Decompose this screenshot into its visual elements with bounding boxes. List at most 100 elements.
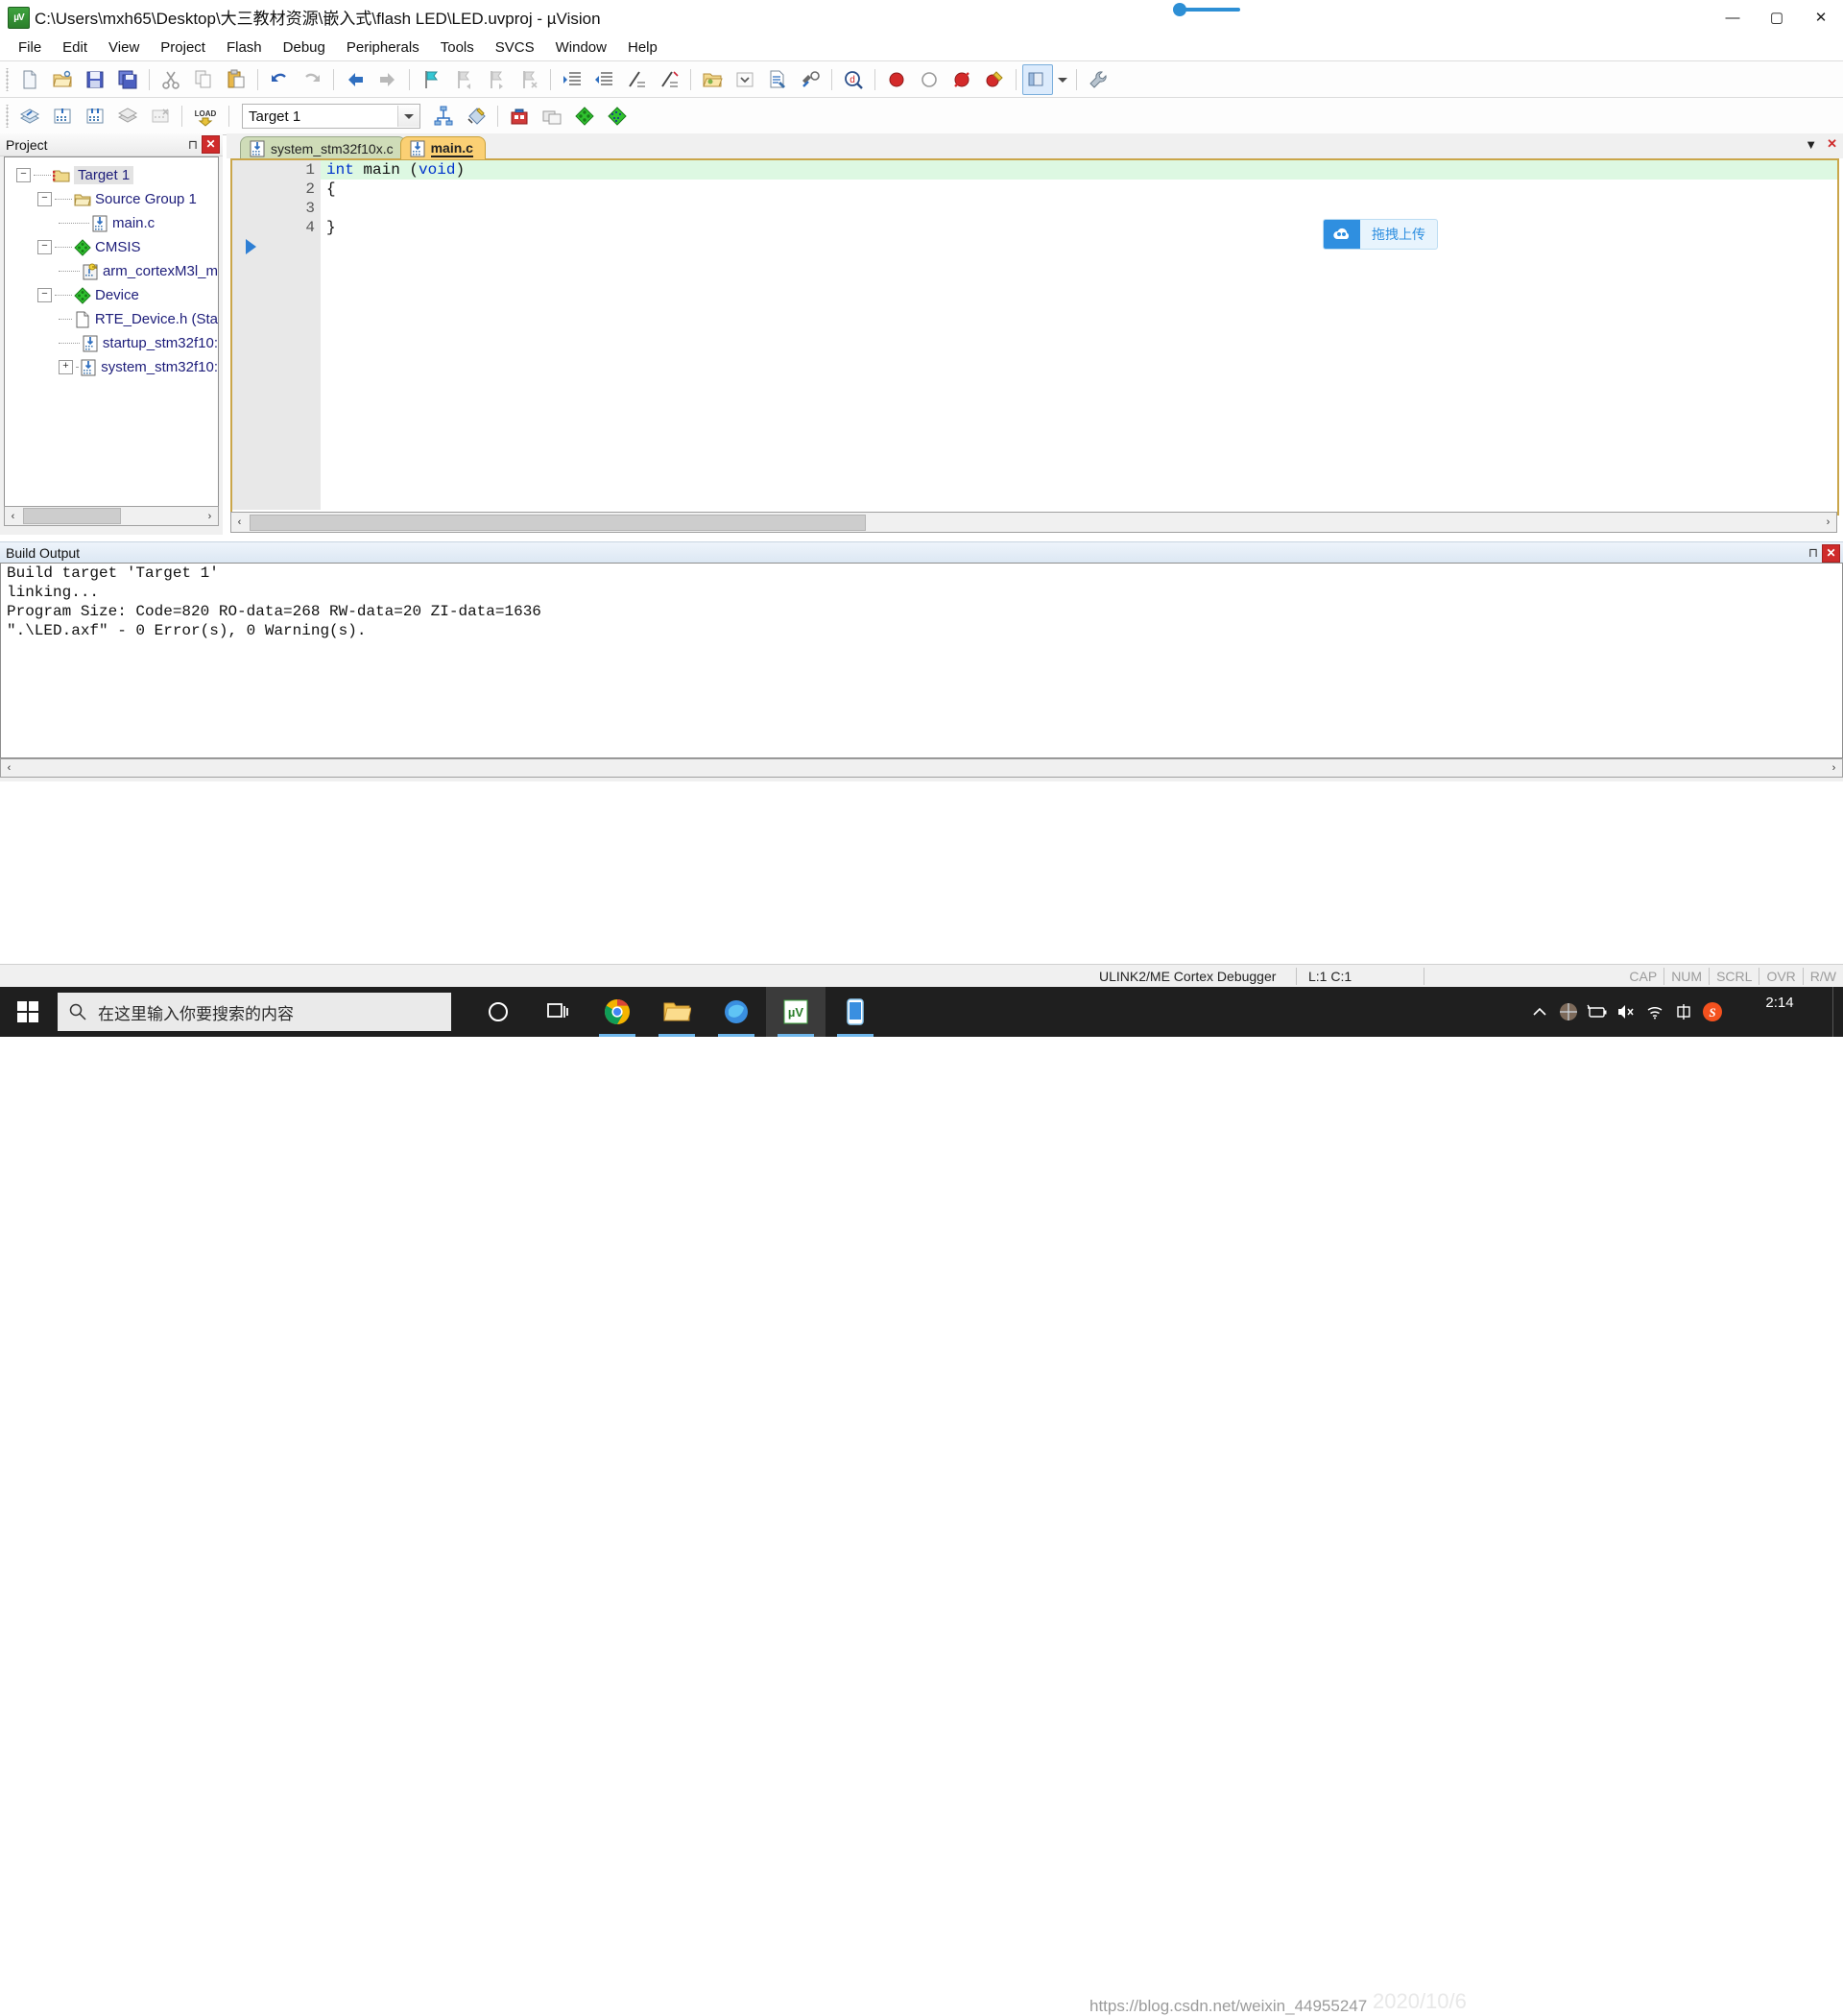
scroll-thumb[interactable] [250,514,866,531]
navigate-forward-button[interactable] [372,64,403,95]
code-lines[interactable]: int main (void){ } [321,160,1837,237]
task-view-icon[interactable] [528,987,587,1037]
previous-bookmark-button[interactable] [448,64,479,95]
open-folder-explorer-button[interactable] [697,64,728,95]
target-config-button[interactable] [504,101,535,132]
tree-node[interactable]: − Target 1 [9,163,218,187]
tree-expander-toggle[interactable]: − [37,240,52,254]
project-tree[interactable]: − Target 1 − Source Group 1 main.c − CMSIS arm_… [4,156,219,508]
firefox-icon[interactable] [706,987,766,1037]
project-window-toggle-button[interactable] [1022,64,1054,95]
batch-build-button[interactable] [112,101,143,132]
chrome-icon[interactable] [587,987,647,1037]
indent-left-button[interactable] [588,64,619,95]
editor-tab-0[interactable]: system_stm32f10x.c [240,136,406,159]
start-button[interactable] [0,987,56,1037]
tree-node[interactable]: startup_stm32f10: [9,331,218,355]
download-to-flash-button[interactable]: LOAD [188,101,223,132]
manage-run-time-env-button[interactable] [569,101,600,132]
tray-app-icon[interactable] [1554,987,1583,1037]
undo-button[interactable] [264,64,295,95]
translate-file-button[interactable] [14,101,45,132]
project-horizontal-scrollbar[interactable]: ‹ › [4,506,219,526]
maximize-button[interactable]: ▢ [1755,0,1799,35]
breakpoint-disable-all-button[interactable] [979,64,1010,95]
stop-build-button[interactable] [145,101,176,132]
minimize-button[interactable]: — [1711,0,1755,35]
drag-upload-widget[interactable]: 拖拽上传 [1323,219,1438,250]
chevron-down-icon[interactable] [1055,64,1070,95]
redo-button[interactable] [297,64,327,95]
scroll-left-arrow[interactable]: ‹ [231,515,248,531]
code-line[interactable]: { [321,180,1837,199]
menu-item-project[interactable]: Project [150,36,216,59]
tree-expander-toggle[interactable]: − [37,192,52,206]
scroll-right-arrow[interactable]: › [1826,760,1842,777]
wifi-icon[interactable] [1640,987,1669,1037]
menu-item-edit[interactable]: Edit [52,36,98,59]
copy-button[interactable] [188,64,219,95]
scroll-thumb[interactable] [23,508,121,524]
code-frame[interactable]: 12 3 4 int main (void){ } 拖拽上传 [230,158,1839,516]
slider-knob[interactable] [1173,3,1186,16]
multi-project-button[interactable] [537,101,567,132]
build-output-text[interactable]: Build target 'Target 1' linking... Program… [0,563,1843,758]
code-line[interactable]: } [321,218,1837,237]
volume-muted-icon[interactable] [1612,987,1640,1037]
toolbar-grip[interactable] [4,105,12,128]
pin-icon[interactable]: ⊓ [184,136,202,154]
file-explorer-icon[interactable] [647,987,706,1037]
show-hidden-icons-chevron-icon[interactable] [1525,987,1554,1037]
target-selector[interactable]: Target 1 [242,104,420,129]
build-target-button[interactable] [47,101,78,132]
uncomment-button[interactable] [654,64,684,95]
menu-item-flash[interactable]: Flash [216,36,273,59]
tree-expander-toggle[interactable]: − [37,288,52,302]
editor-horizontal-scrollbar[interactable]: ‹ › [230,512,1837,533]
sogou-input-icon[interactable]: S [1698,987,1727,1037]
battery-icon[interactable] [1583,987,1612,1037]
taskbar-clock[interactable]: 2:14 . [1727,987,1832,1037]
scroll-left-arrow[interactable]: ‹ [5,508,21,524]
tree-node[interactable]: RTE_Device.h (Sta [9,307,218,331]
breakpoint-disable-button[interactable] [914,64,945,95]
clear-bookmarks-button[interactable] [514,64,544,95]
menu-item-window[interactable]: Window [545,36,617,59]
close-button[interactable]: ✕ [1799,0,1843,35]
menu-item-peripherals[interactable]: Peripherals [336,36,430,59]
code-line[interactable]: int main (void) [321,160,1837,180]
menu-item-svcs[interactable]: SVCS [485,36,545,59]
editor-close-button[interactable]: ✕ [1827,136,1837,152]
menu-item-debug[interactable]: Debug [273,36,336,59]
configure-file-button[interactable] [762,64,793,95]
indent-right-button[interactable] [557,64,587,95]
start-debug-button[interactable]: d [838,64,869,95]
toggle-bookmark-button[interactable] [416,64,446,95]
cut-button[interactable] [156,64,186,95]
tree-node[interactable]: − Source Group 1 [9,187,218,211]
code-line[interactable] [321,199,1837,218]
tree-expander-toggle[interactable]: − [16,168,31,182]
menu-item-view[interactable]: View [98,36,150,59]
scroll-right-arrow[interactable]: › [1820,515,1836,531]
phone-link-icon[interactable] [826,987,885,1037]
new-file-button[interactable] [14,64,45,95]
taskbar-search-box[interactable]: 在这里输入你要搜索的内容 [58,993,451,1031]
open-file-button[interactable] [47,64,78,95]
menu-item-file[interactable]: File [8,36,52,59]
comment-button[interactable] [621,64,652,95]
rebuild-all-button[interactable] [80,101,110,132]
next-bookmark-button[interactable] [481,64,512,95]
breakpoint-kill-all-button[interactable] [946,64,977,95]
target-options-button[interactable] [461,101,491,132]
dropdown-button[interactable] [730,64,760,95]
breakpoint-insert-button[interactable] [881,64,912,95]
titlebar-slider[interactable] [1173,2,1240,17]
tree-node[interactable]: − Device [9,283,218,307]
paste-button[interactable] [221,64,251,95]
chevron-down-icon[interactable] [397,106,419,127]
tree-node[interactable]: − CMSIS [9,235,218,259]
manage-project-items-button[interactable] [428,101,459,132]
keil-uvision-icon[interactable]: µV [766,987,826,1037]
save-button[interactable] [80,64,110,95]
